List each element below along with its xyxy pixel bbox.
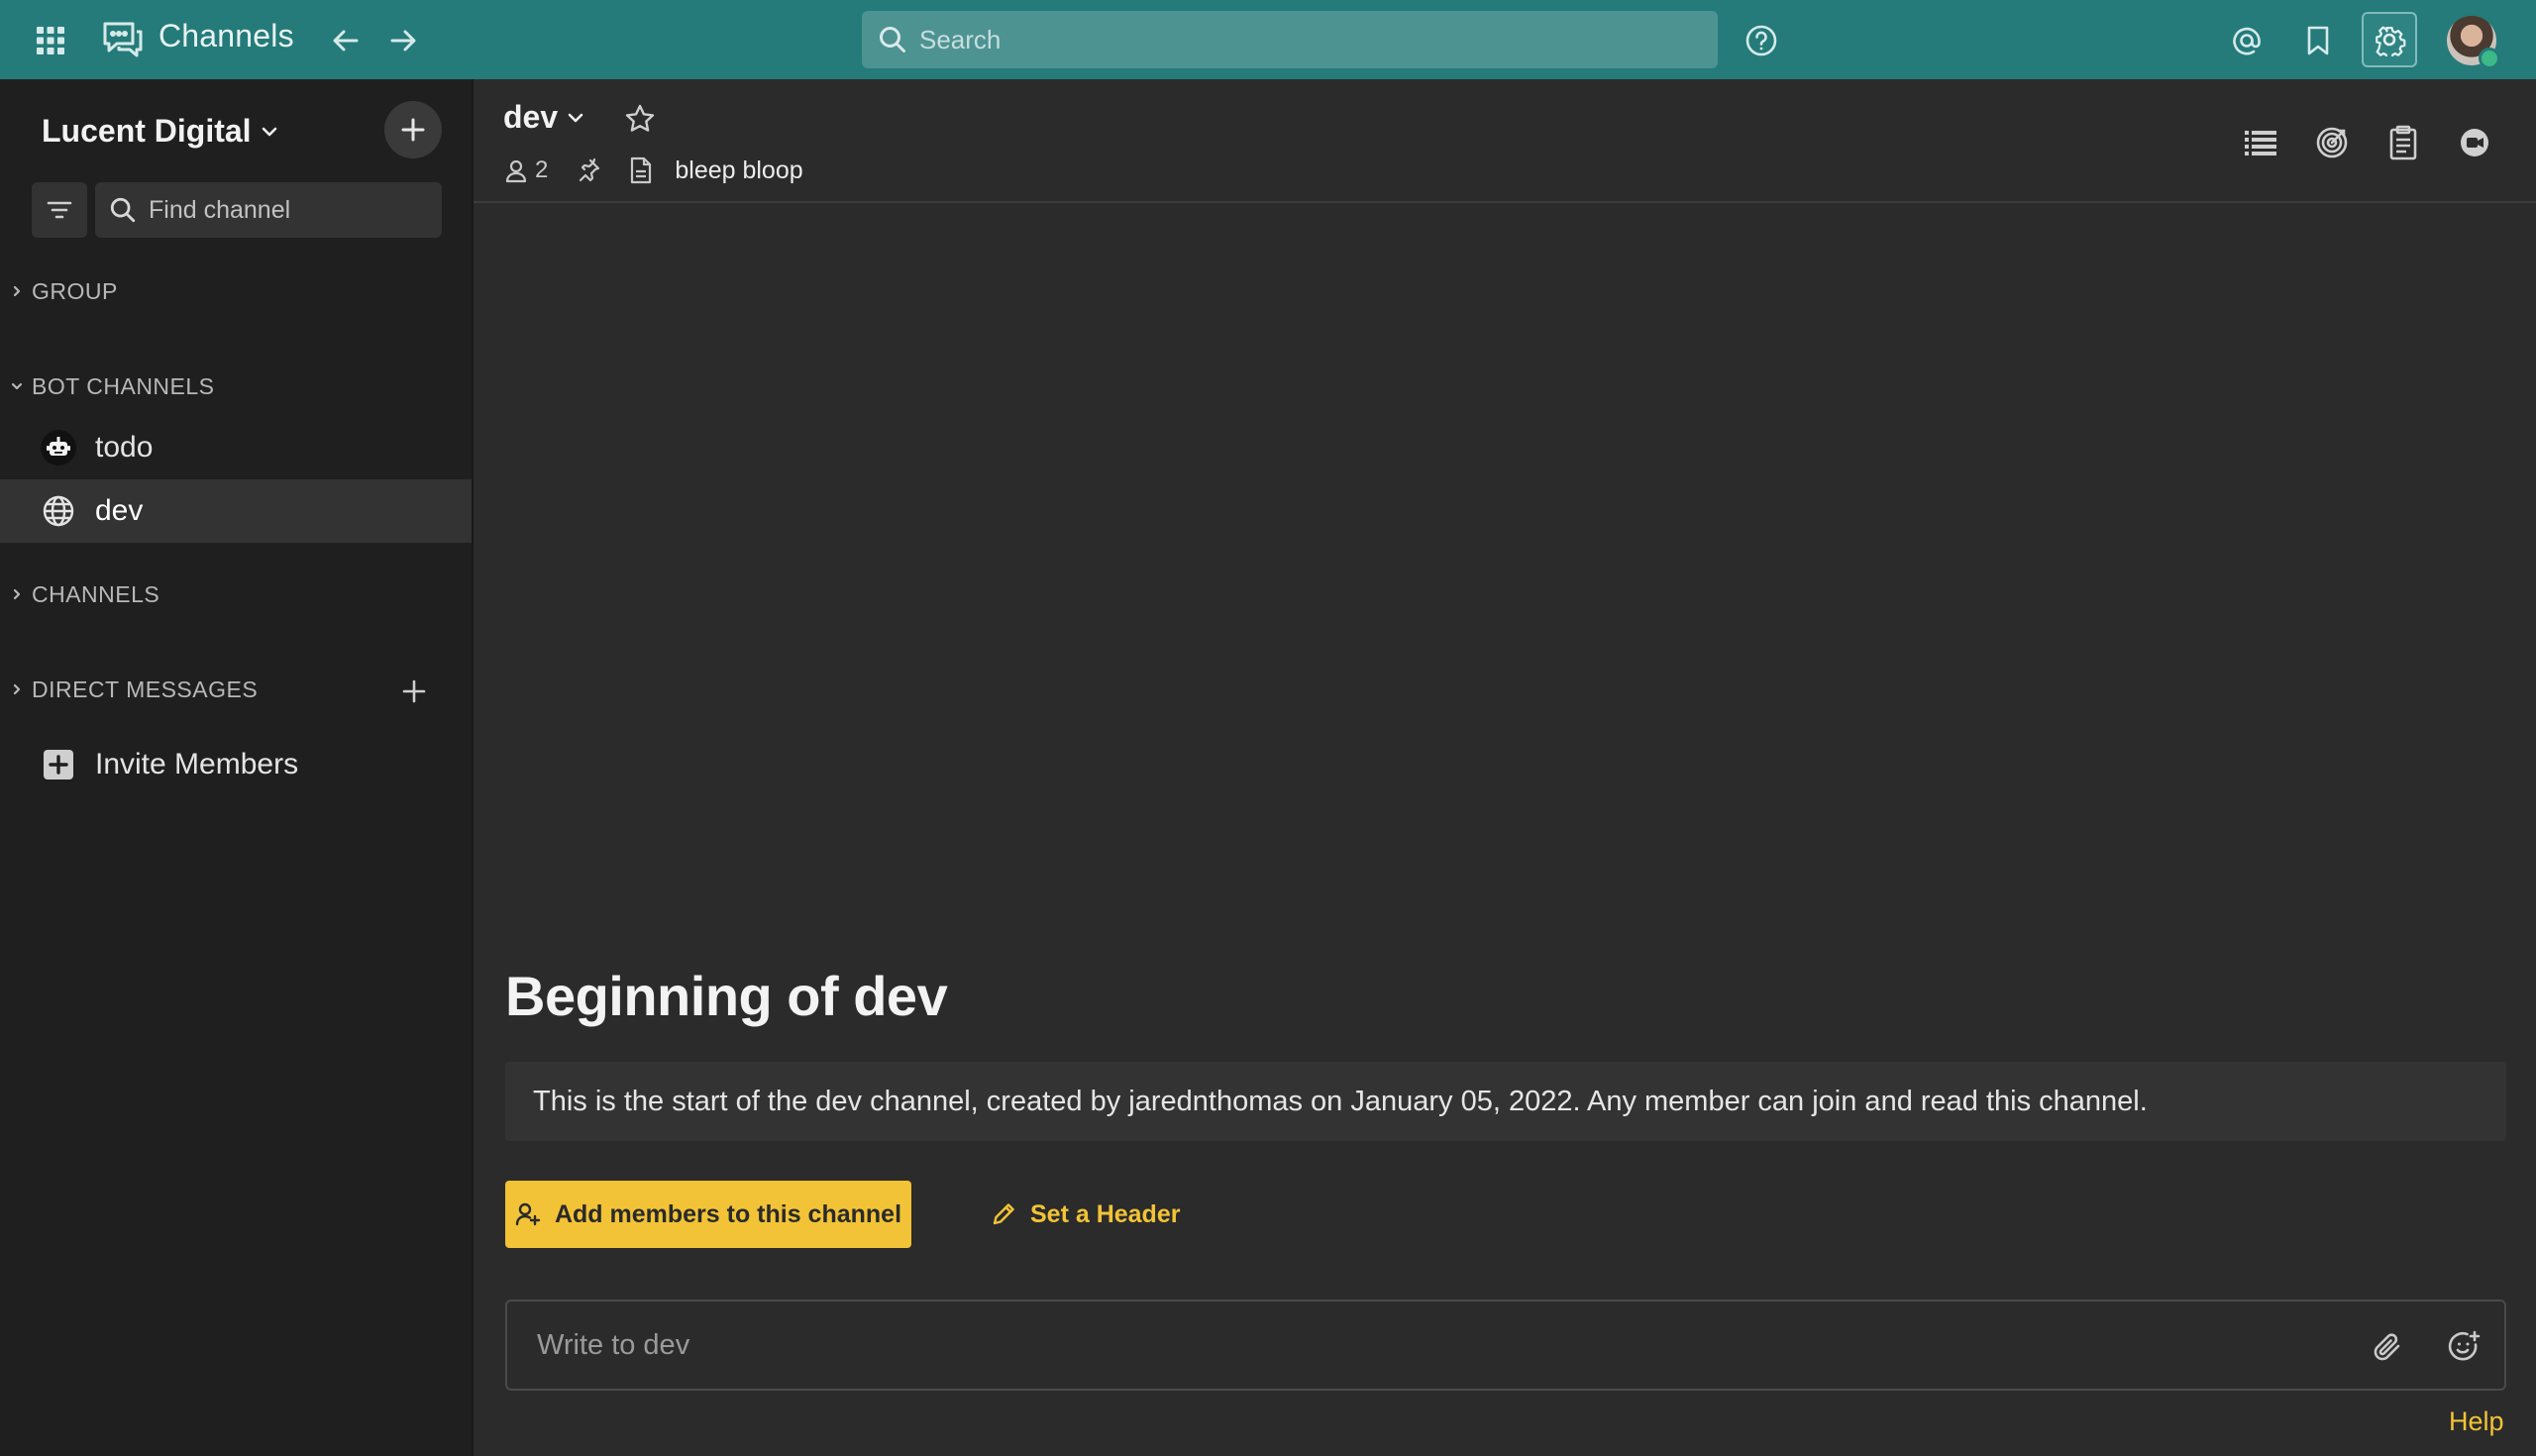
channel-topic: bleep bloop [675, 156, 803, 184]
plus-icon[interactable] [384, 101, 442, 158]
filter-icon[interactable] [32, 182, 87, 238]
chat-bubbles-icon [99, 16, 147, 63]
section-label: DIRECT MESSAGES [32, 676, 259, 702]
sidebar-item-label: dev [95, 494, 144, 527]
set-header-button[interactable]: Set a Header [991, 1181, 1180, 1248]
message-input[interactable] [537, 1328, 2320, 1362]
at-icon[interactable] [2225, 19, 2269, 62]
sidebar-item-todo[interactable]: todo [0, 416, 472, 479]
arrow-right-icon[interactable] [382, 20, 424, 61]
member-count-value: 2 [535, 156, 549, 183]
emoji-icon[interactable] [2443, 1325, 2486, 1369]
find-channel-input[interactable] [149, 195, 416, 225]
message-composer[interactable] [505, 1300, 2506, 1391]
globe-icon [40, 492, 77, 530]
grid-icon[interactable] [30, 20, 71, 61]
section-group[interactable]: GROUP [10, 271, 118, 311]
chevron-right-icon [13, 285, 21, 297]
channel-meta: 2 bleep bloop [503, 151, 803, 190]
member-count[interactable]: 2 [503, 156, 548, 184]
section-channels[interactable]: CHANNELS [10, 574, 159, 614]
find-channel[interactable] [95, 182, 442, 238]
intro-description: This is the start of the dev channel, cr… [505, 1062, 2506, 1141]
sidebar: Lucent Digital GROUP BOT CHANNELS t [0, 79, 474, 1456]
section-label: GROUP [32, 277, 118, 304]
avatar[interactable] [2447, 16, 2500, 69]
arrow-left-icon[interactable] [325, 20, 367, 61]
top-bar: Channels [0, 0, 2536, 79]
user-icon [505, 159, 527, 183]
online-status-badge [2479, 48, 2500, 69]
bookmark-icon[interactable] [2296, 19, 2340, 62]
channel-header: dev 2 bleep bloop [474, 79, 2536, 203]
plus-icon[interactable] [394, 672, 434, 711]
plus-square-icon [40, 746, 77, 783]
star-icon[interactable] [618, 97, 662, 141]
video-call-icon[interactable] [2451, 119, 2498, 166]
team-name: Lucent Digital [42, 113, 252, 149]
document-icon[interactable] [629, 156, 653, 184]
clipboard-icon[interactable] [2379, 119, 2427, 166]
search-icon [110, 197, 136, 223]
invite-members-button[interactable]: Invite Members [0, 733, 472, 796]
app-title: Channels [158, 18, 294, 53]
invite-members-label: Invite Members [95, 748, 299, 780]
section-direct-messages[interactable]: DIRECT MESSAGES [10, 670, 258, 709]
question-circle-icon[interactable] [1740, 19, 1783, 62]
bot-icon [40, 429, 77, 467]
intro-title: Beginning of dev [505, 965, 948, 1027]
search-bar[interactable] [862, 11, 1718, 68]
chevron-right-icon [13, 588, 21, 600]
gear-icon[interactable] [2362, 12, 2417, 67]
search-input[interactable] [919, 24, 1672, 55]
pencil-icon [993, 1203, 1014, 1225]
paperclip-icon[interactable] [2366, 1325, 2409, 1369]
channel-view: dev 2 bleep bloop Beginning of dev This … [474, 79, 2536, 1456]
team-menu[interactable]: Lucent Digital [42, 113, 279, 150]
section-label: CHANNELS [32, 580, 160, 607]
section-bot-channels[interactable]: BOT CHANNELS [10, 366, 215, 406]
chevron-down-icon [11, 382, 23, 390]
search-icon [880, 27, 905, 52]
chevron-down-icon [262, 127, 276, 136]
help-link[interactable]: Help [2449, 1406, 2504, 1437]
pin-icon[interactable] [576, 157, 601, 183]
channel-name-menu[interactable]: dev [503, 99, 585, 136]
sidebar-item-dev[interactable]: dev [0, 479, 472, 543]
section-label: BOT CHANNELS [32, 372, 215, 399]
add-user-icon [515, 1202, 541, 1226]
chevron-down-icon [568, 113, 583, 122]
channel-name: dev [503, 99, 559, 135]
set-header-label: Set a Header [1030, 1199, 1181, 1228]
add-members-button[interactable]: Add members to this channel [505, 1181, 911, 1248]
sidebar-item-label: todo [95, 431, 154, 464]
chevron-right-icon [13, 683, 21, 695]
thread-list-icon[interactable] [2237, 119, 2284, 166]
target-icon[interactable] [2308, 119, 2356, 166]
add-members-label: Add members to this channel [554, 1199, 902, 1228]
